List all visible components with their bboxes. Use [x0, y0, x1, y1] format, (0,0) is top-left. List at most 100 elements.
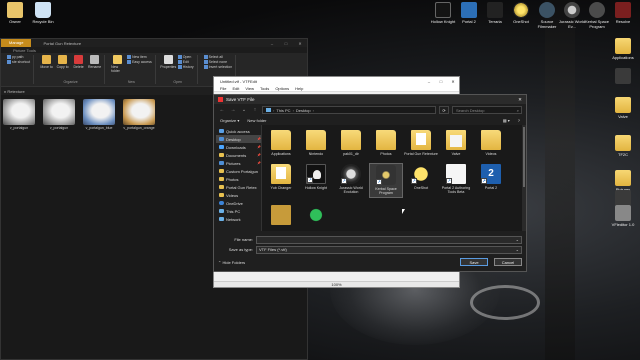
help-icon[interactable]: ? — [518, 118, 520, 123]
copy-path-button[interactable]: py path — [7, 55, 30, 59]
minimize-icon[interactable]: – — [423, 79, 435, 84]
new-folder-button[interactable]: New folder — [111, 55, 124, 73]
chevron-down-icon[interactable]: ⌄ — [516, 237, 519, 242]
nav-item-network[interactable]: Network — [216, 215, 261, 223]
edit-button[interactable]: Edit — [177, 60, 194, 64]
tab-picture-tools[interactable]: Picture Tools — [13, 48, 36, 53]
file-item-valve[interactable]: Valve — [439, 129, 473, 157]
cancel-button[interactable]: Cancel — [494, 258, 522, 266]
organize-button[interactable]: Organize ▾ — [220, 118, 239, 123]
save-type-select[interactable]: VTF Files (*.vtf) ⌄ — [256, 245, 522, 254]
select-all-button[interactable]: Select all — [203, 55, 233, 59]
breadcrumb[interactable]: › This PC › Desktop › — [262, 106, 436, 114]
manage-tab[interactable]: Manage — [1, 39, 32, 47]
breadcrumb-this-pc[interactable]: This PC — [276, 108, 290, 113]
hide-folders-toggle[interactable]: ⌃ Hide Folders — [218, 260, 454, 265]
file-item-videos[interactable]: Videos — [474, 129, 508, 157]
file-name-label: File name: — [234, 237, 253, 242]
folder-icon — [481, 130, 501, 150]
folder-icon — [341, 130, 361, 150]
file-item-portal2[interactable]: 2 ↗ Portal 2 — [474, 163, 508, 197]
file-item[interactable]: v_portalgun_blue — [83, 99, 115, 130]
nav-item-onedrive[interactable]: OneDrive — [216, 199, 261, 207]
minimize-icon[interactable]: – — [265, 41, 279, 46]
desktop-icon-applications[interactable]: Applications — [608, 38, 638, 60]
nav-item-this-pc[interactable]: This PC — [216, 207, 261, 215]
desktop-icon-pictures[interactable]: Pictures — [608, 170, 638, 192]
nav-item-videos[interactable]: Videos — [216, 191, 261, 199]
desktop-icon-vfleditor[interactable]: VFleditor 1.0 — [608, 205, 638, 227]
menu-help[interactable]: Help — [295, 86, 303, 91]
recent-dropdown-icon[interactable]: ⌄ — [240, 107, 248, 113]
close-icon[interactable]: ✕ — [447, 79, 459, 84]
menu-options[interactable]: Options — [275, 86, 289, 91]
menu-file[interactable]: File — [220, 86, 226, 91]
file-item-jurassic-world[interactable]: ↗ Jurassic World Evolution — [334, 163, 368, 197]
new-folder-button[interactable]: New folder — [247, 118, 266, 123]
file-item-hollow-knight[interactable]: ↗ Hollow Knight — [299, 163, 333, 197]
scrollbar-thumb[interactable] — [523, 127, 525, 187]
back-icon[interactable]: ← — [218, 107, 226, 113]
new-item-button[interactable]: New item — [127, 55, 152, 59]
nav-item-quick-access[interactable]: Quick access — [216, 127, 261, 135]
file-item[interactable]: v_portalgun_orange — [123, 99, 155, 130]
desktop-icon-resolve[interactable]: Resolve — [608, 2, 638, 24]
search-input[interactable]: Search Desktop ⌕ — [452, 106, 522, 114]
rename-button[interactable]: Rename — [88, 55, 101, 69]
file-item-kerbal-space-program[interactable]: ↗ Kerbal Space Program — [369, 163, 403, 198]
save-button[interactable]: Save — [460, 258, 488, 266]
file-item-portal2-authoring[interactable]: ↗ Portal 2 Authoring Tools Beta — [439, 163, 473, 197]
paste-shortcut-button[interactable]: ste shortcut — [7, 60, 30, 64]
file-item-nintendo[interactable]: Nintendo — [299, 129, 333, 157]
nav-item-documents[interactable]: Documents 📌 — [216, 151, 261, 159]
history-button[interactable]: History — [177, 65, 194, 69]
file-item-pak01-dir[interactable]: pak01_dir — [334, 129, 368, 157]
select-none-button[interactable]: Select none — [203, 60, 233, 64]
vertical-scrollbar[interactable] — [522, 125, 526, 231]
forward-icon[interactable]: → — [229, 107, 237, 113]
close-icon[interactable]: ✕ — [293, 41, 307, 46]
file-item-oneshot[interactable]: ↗ OneShot — [404, 163, 438, 197]
file-item-yub-changer[interactable]: Yub Changer — [264, 163, 298, 197]
file-item[interactable]: v_portalgun — [3, 99, 35, 130]
view-options-icon[interactable]: ▦ ▾ — [503, 118, 510, 123]
dialog-title: Save VTF File — [226, 97, 255, 102]
nav-item-portal-gun-retex[interactable]: Portal Gun Retex — [216, 183, 261, 191]
file-item-applications[interactable]: Applications — [264, 129, 298, 157]
file-item-portal-gun-retexture[interactable]: Portal Gun Retexture — [404, 129, 438, 157]
app-icon — [306, 204, 326, 225]
file-item-photos[interactable]: Photos — [369, 129, 403, 157]
copy-to-button[interactable]: Copy to — [56, 55, 69, 69]
refresh-icon[interactable]: ⟳ — [439, 106, 449, 114]
breadcrumb-desktop[interactable]: Desktop — [296, 108, 311, 113]
ribbon-group-clipboard: py path ste shortcut — [4, 55, 35, 84]
maximize-icon[interactable]: □ — [435, 79, 447, 84]
desktop-icon-recycle-bin[interactable]: Recycle Bin — [28, 2, 58, 24]
menu-tools[interactable]: Tools — [260, 86, 269, 91]
open-button[interactable]: Open — [177, 55, 194, 59]
invert-selection-button[interactable]: Invert selection — [203, 65, 232, 69]
nav-item-downloads[interactable]: Downloads 📌 — [216, 143, 261, 151]
desktop-icon-valve[interactable]: Valve — [608, 97, 638, 119]
desktop-icon-tf2c[interactable]: TF2C — [608, 135, 638, 157]
desktop-icon-owner[interactable]: Owner — [0, 2, 30, 24]
move-to-button[interactable]: Move to — [40, 55, 53, 69]
easy-access-button[interactable]: Easy access — [127, 60, 152, 64]
nav-item-pictures[interactable]: Pictures 📌 — [216, 159, 261, 167]
properties-button[interactable]: Properties — [160, 55, 176, 69]
nav-item-photos[interactable]: Photos — [216, 175, 261, 183]
menu-edit[interactable]: Edit — [232, 86, 239, 91]
close-icon[interactable]: ✕ — [514, 97, 526, 103]
desktop-icon-app[interactable] — [608, 68, 638, 85]
file-item-app-2[interactable] — [299, 204, 333, 228]
up-icon[interactable]: ↑ — [251, 107, 259, 113]
file-item[interactable]: v_portalgun — [43, 99, 75, 130]
nav-item-custom-portalgun[interactable]: Custom Portalgun — [216, 167, 261, 175]
maximize-icon[interactable]: □ — [279, 41, 293, 46]
nav-item-desktop[interactable]: Desktop 📌 — [216, 135, 261, 143]
file-item-app[interactable] — [264, 204, 298, 228]
menu-view[interactable]: View — [245, 86, 254, 91]
image-thumbnail — [83, 99, 115, 125]
delete-button[interactable]: Delete — [72, 55, 85, 69]
file-name-input[interactable]: ⌄ — [256, 235, 522, 244]
